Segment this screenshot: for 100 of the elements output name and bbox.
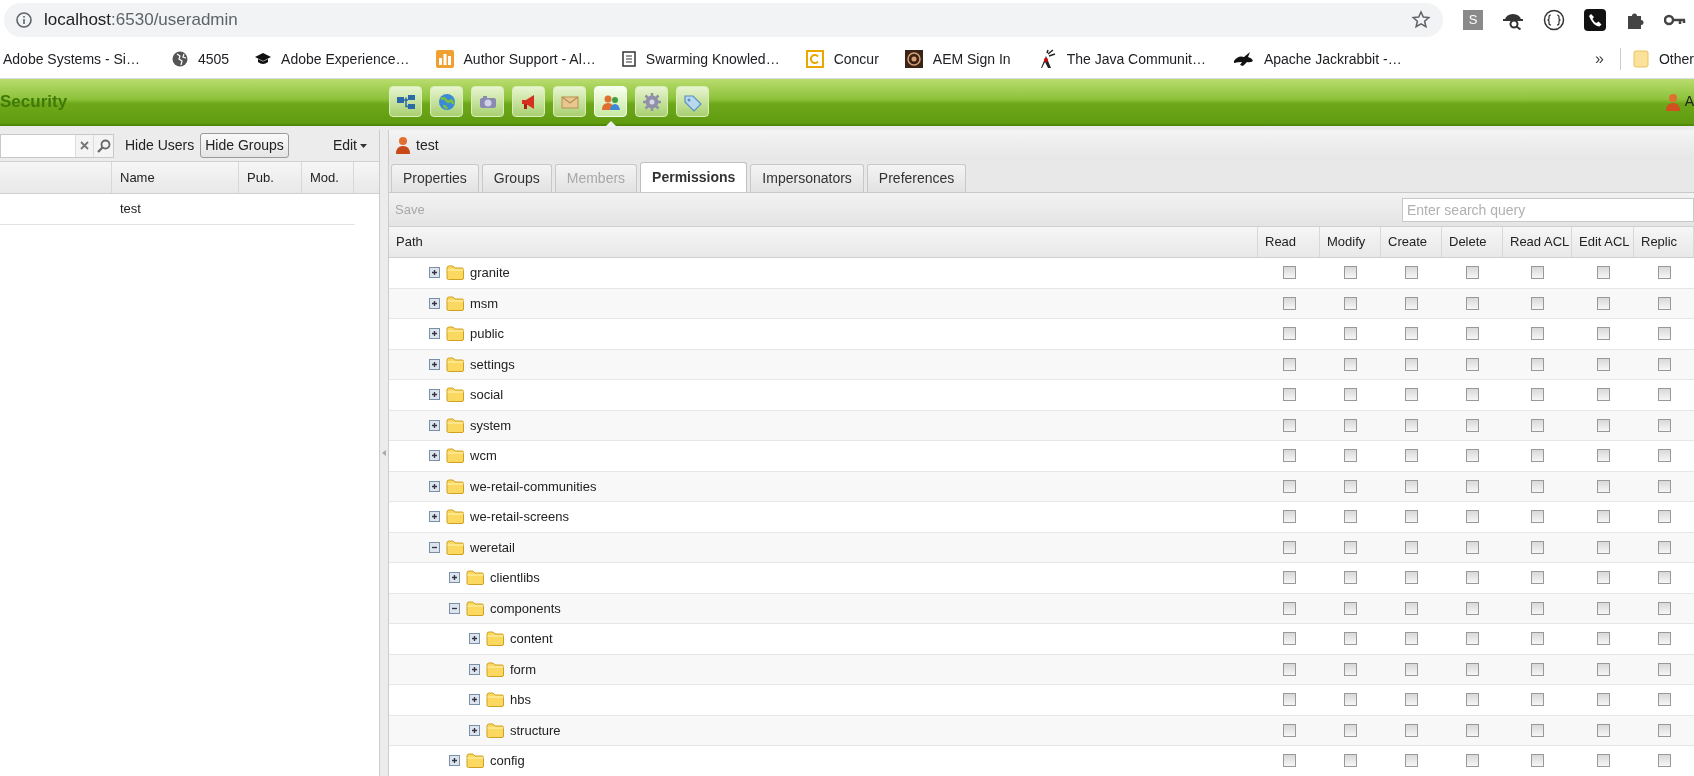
checkbox[interactable] [1466, 571, 1479, 585]
checkbox[interactable] [1405, 510, 1418, 524]
checkbox[interactable] [1596, 479, 1610, 493]
checkbox[interactable] [1531, 571, 1544, 585]
column-header[interactable]: Edit ACL [1572, 227, 1634, 257]
expand-icon[interactable] [469, 694, 480, 706]
checkbox[interactable] [1405, 479, 1418, 493]
checkbox[interactable] [1466, 388, 1479, 402]
checkbox[interactable] [1531, 754, 1544, 768]
checkbox[interactable] [1344, 418, 1357, 432]
checkbox[interactable] [1466, 418, 1479, 432]
checkbox[interactable] [1466, 540, 1479, 554]
checkbox[interactable] [1282, 571, 1296, 585]
folder-name[interactable]: config [490, 751, 525, 771]
checkbox[interactable] [1466, 723, 1479, 737]
checkbox[interactable] [1596, 540, 1610, 554]
checkbox[interactable] [1657, 449, 1671, 463]
folder-name[interactable]: granite [470, 263, 510, 283]
folder-name[interactable]: clientlibs [490, 568, 540, 588]
checkbox[interactable] [1657, 266, 1671, 280]
checkbox[interactable] [1405, 388, 1418, 402]
checkbox[interactable] [1657, 296, 1671, 310]
key-icon[interactable] [1664, 13, 1686, 27]
folder-name[interactable]: settings [470, 354, 515, 374]
expand-icon[interactable] [469, 724, 480, 736]
expand-icon[interactable] [469, 663, 480, 675]
checkbox[interactable] [1657, 418, 1671, 432]
folder-name[interactable]: wcm [470, 446, 497, 466]
checkbox[interactable] [1531, 327, 1544, 341]
checkbox[interactable] [1466, 693, 1479, 707]
checkbox[interactable] [1282, 388, 1296, 402]
checkbox[interactable] [1344, 601, 1357, 615]
checkbox[interactable] [1531, 662, 1544, 676]
column-header[interactable]: Read [1258, 227, 1320, 257]
checkbox[interactable] [1531, 449, 1544, 463]
toolbar-button[interactable] [430, 86, 463, 117]
phone-icon[interactable] [1584, 9, 1606, 31]
tab[interactable]: Impersonators [750, 164, 864, 192]
folder-name[interactable]: system [470, 415, 512, 435]
star-icon[interactable] [1411, 10, 1431, 30]
checkbox[interactable] [1596, 388, 1610, 402]
folder-name[interactable]: social [470, 385, 504, 405]
checkbox[interactable] [1657, 601, 1671, 615]
hide-users-button[interactable]: Hide Users [124, 135, 196, 156]
expand-icon[interactable] [429, 480, 440, 492]
checkbox[interactable] [1344, 723, 1357, 737]
user-name[interactable]: A [1684, 91, 1694, 112]
checkbox[interactable] [1657, 479, 1671, 493]
checkbox[interactable] [1344, 540, 1357, 554]
tab[interactable]: Groups [481, 164, 552, 192]
folder-name[interactable]: msm [470, 293, 499, 313]
checkbox[interactable] [1466, 754, 1479, 768]
checkbox[interactable] [1466, 327, 1479, 341]
more-bookmarks[interactable]: » [1587, 47, 1612, 71]
expand-icon[interactable] [429, 267, 440, 279]
checkbox[interactable] [1531, 418, 1544, 432]
checkbox[interactable] [1282, 540, 1296, 554]
checkbox[interactable] [1466, 601, 1479, 615]
checkbox[interactable] [1531, 296, 1544, 310]
checkbox[interactable] [1531, 723, 1544, 737]
tab[interactable]: Preferences [866, 164, 967, 192]
bookmark[interactable]: Adobe Systems - Si… [0, 48, 143, 70]
checkbox[interactable] [1282, 754, 1296, 768]
column-header[interactable]: Replic [1634, 227, 1694, 257]
checkbox[interactable] [1657, 540, 1671, 554]
checkbox[interactable] [1596, 266, 1610, 280]
checkbox[interactable] [1531, 632, 1544, 646]
bookmark[interactable]: The Java Communit… [1033, 48, 1209, 70]
tab[interactable]: Permissions [640, 162, 748, 192]
checkbox[interactable] [1466, 632, 1479, 646]
checkbox[interactable] [1282, 449, 1296, 463]
checkbox[interactable] [1282, 479, 1296, 493]
checkbox[interactable] [1405, 754, 1418, 768]
column-header[interactable]: Name [112, 162, 239, 193]
checkbox[interactable] [1405, 418, 1418, 432]
column-header[interactable]: Path [389, 227, 1258, 257]
checkbox[interactable] [1466, 357, 1479, 371]
checkbox[interactable] [1405, 601, 1418, 615]
column-header[interactable]: Delete [1442, 227, 1503, 257]
toolbar-button[interactable] [471, 86, 504, 117]
bookmark[interactable]: Swarming Knowled… [618, 48, 783, 70]
bookmark[interactable]: Author Support - Al… [432, 48, 599, 70]
checkbox[interactable] [1344, 296, 1357, 310]
checkbox[interactable] [1405, 296, 1418, 310]
folder-name[interactable]: hbs [510, 690, 531, 710]
checkbox[interactable] [1596, 601, 1610, 615]
checkbox[interactable] [1405, 357, 1418, 371]
toolbar-button[interactable] [635, 86, 668, 117]
checkbox[interactable] [1405, 266, 1418, 280]
checkbox[interactable] [1596, 357, 1610, 371]
checkbox[interactable] [1466, 662, 1479, 676]
checkbox[interactable] [1596, 662, 1610, 676]
checkbox[interactable] [1344, 479, 1357, 493]
folder-name[interactable]: we-retail-screens [470, 507, 569, 527]
checkbox[interactable] [1405, 632, 1418, 646]
checkbox[interactable] [1282, 327, 1296, 341]
checkbox[interactable] [1344, 571, 1357, 585]
checkbox[interactable] [1466, 510, 1479, 524]
column-header[interactable]: Pub. [239, 162, 302, 193]
checkbox[interactable] [1657, 357, 1671, 371]
